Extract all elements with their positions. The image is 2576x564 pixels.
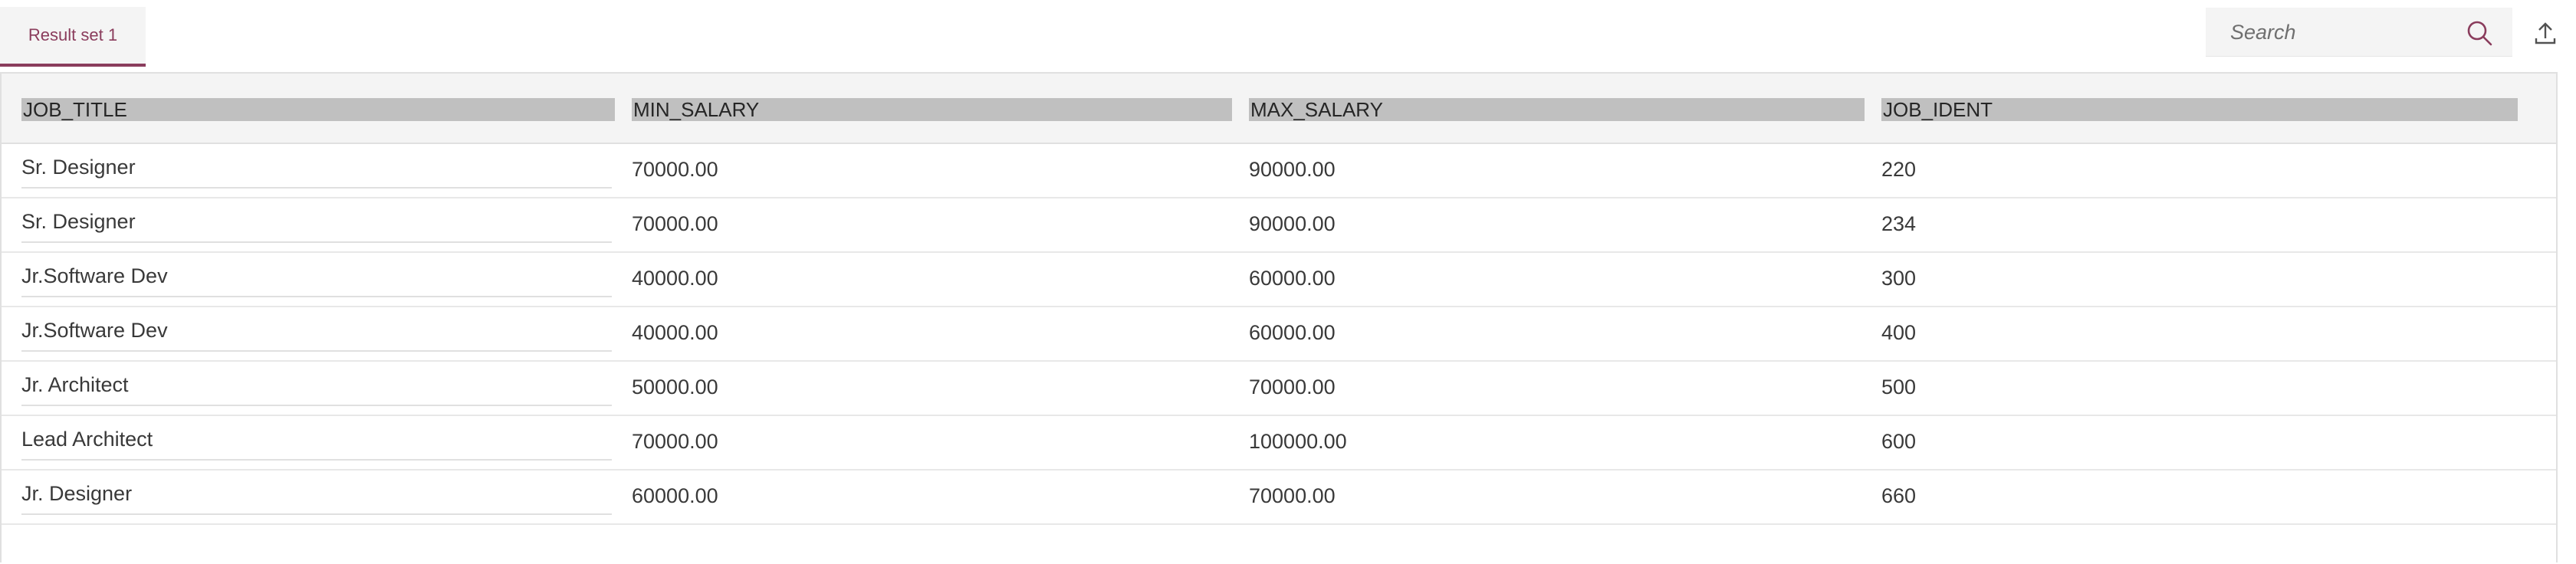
cell-min-salary: 50000.00	[632, 375, 718, 398]
cell-max-salary: 90000.00	[1249, 158, 1336, 181]
cell-min-salary: 70000.00	[632, 212, 718, 235]
cell-max-salary: 70000.00	[1249, 484, 1336, 507]
cell-job-ident: 300	[1881, 267, 1917, 290]
cell-max-salary: 70000.00	[1249, 375, 1336, 398]
cell-min-salary: 40000.00	[632, 321, 718, 344]
column-header-job-ident[interactable]: JOB_IDENT	[1881, 98, 2518, 121]
table-row[interactable]: Jr. Designer 60000.00 70000.00 660	[2, 471, 2556, 525]
cell-max-salary: 60000.00	[1249, 267, 1336, 290]
cell-job-ident: 400	[1881, 321, 1917, 344]
cell-job-title: Jr.Software Dev	[21, 261, 612, 297]
cell-job-title: Jr. Designer	[21, 478, 612, 515]
cell-max-salary: 100000.00	[1249, 430, 1347, 453]
cell-job-ident: 234	[1881, 212, 1917, 235]
cell-job-title: Sr. Designer	[21, 152, 612, 189]
cell-job-ident: 660	[1881, 484, 1917, 507]
search-icon[interactable]	[2465, 18, 2494, 48]
search-input[interactable]	[2206, 8, 2459, 57]
table-row[interactable]: Jr. Architect 50000.00 70000.00 500	[2, 362, 2556, 416]
table-body: Sr. Designer 70000.00 90000.00 220 Sr. D…	[2, 144, 2556, 564]
cell-min-salary: 60000.00	[632, 484, 718, 507]
table-row[interactable]: Sr. Designer 70000.00 90000.00 220	[2, 144, 2556, 198]
table-row[interactable]: Lead Architect 70000.00 100000.00 600	[2, 416, 2556, 471]
tab-result-set-1[interactable]: Result set 1	[0, 7, 146, 67]
column-header-min-salary[interactable]: MIN_SALARY	[632, 98, 1232, 121]
table-header: JOB_TITLE MIN_SALARY MAX_SALARY JOB_IDEN…	[2, 74, 2556, 144]
cell-min-salary: 40000.00	[632, 267, 718, 290]
cell-job-title: Jr.Software Dev	[21, 315, 612, 352]
results-table: JOB_TITLE MIN_SALARY MAX_SALARY JOB_IDEN…	[0, 72, 2558, 564]
cell-job-ident: 500	[1881, 375, 1917, 398]
column-header-max-salary[interactable]: MAX_SALARY	[1249, 98, 1865, 121]
cell-job-title: Jr. Architect	[21, 369, 612, 406]
table-row[interactable]: Jr.Software Dev 40000.00 60000.00 300	[2, 253, 2556, 307]
cell-job-ident: 220	[1881, 158, 1917, 181]
export-icon[interactable]	[2530, 18, 2561, 49]
cell-job-ident: 600	[1881, 430, 1917, 453]
cell-max-salary: 60000.00	[1249, 321, 1336, 344]
table-row[interactable]: Sr. Designer 70000.00 90000.00 234	[2, 198, 2556, 253]
results-toolbar: Result set 1	[0, 0, 2576, 72]
cell-job-title: Sr. Designer	[21, 206, 612, 243]
search-box	[2206, 8, 2512, 57]
column-header-job-title[interactable]: JOB_TITLE	[21, 98, 615, 121]
table-row[interactable]: Jr.Software Dev 40000.00 60000.00 400	[2, 307, 2556, 362]
cell-max-salary: 90000.00	[1249, 212, 1336, 235]
cell-min-salary: 70000.00	[632, 158, 718, 181]
cell-job-title: Lead Architect	[21, 424, 612, 461]
cell-min-salary: 70000.00	[632, 430, 718, 453]
